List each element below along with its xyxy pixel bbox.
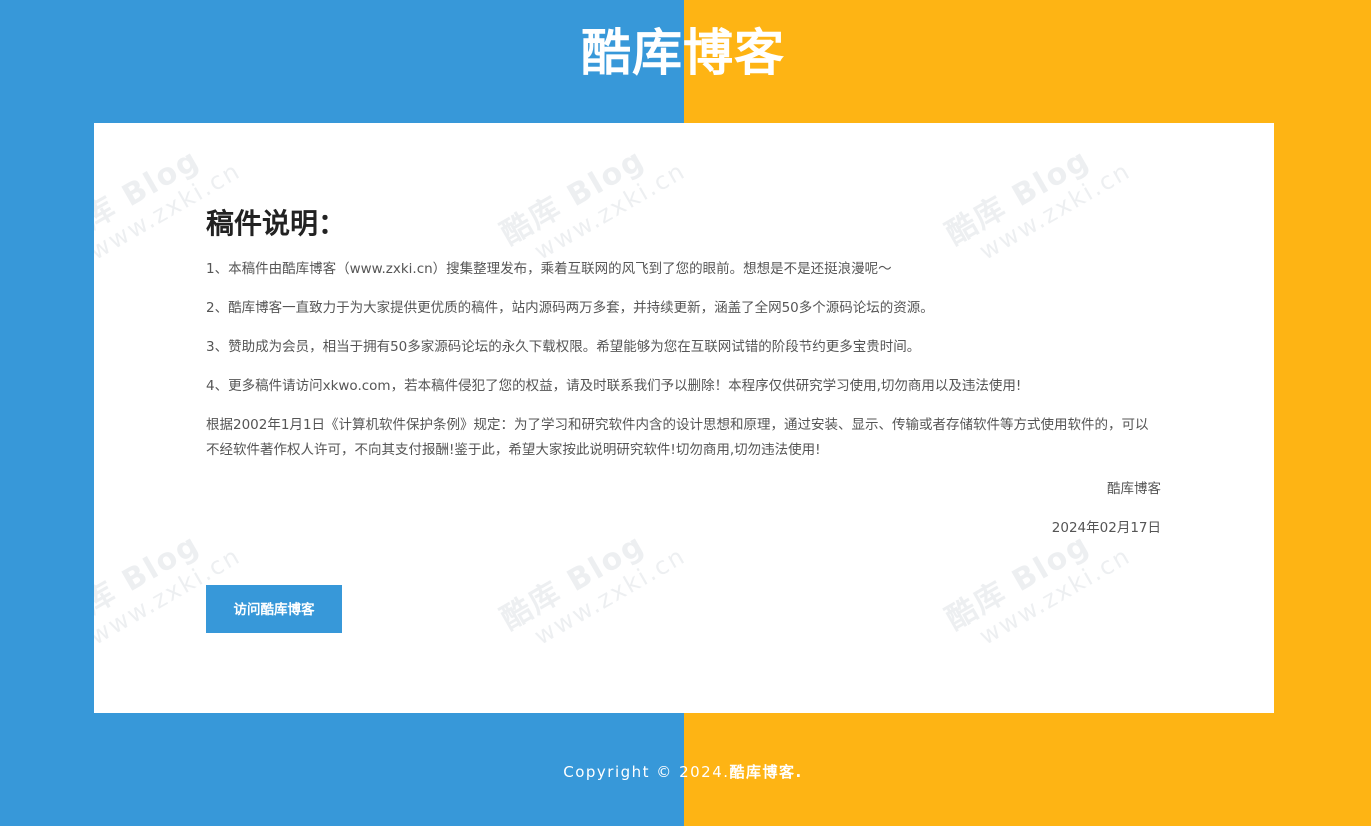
notice-paragraph-2: 2、酷库博客一直致力于为大家提供更优质的稿件，站内源码两万多套，并持续更新，涵盖… (206, 300, 934, 316)
copyright-brand: 酷库博客. (729, 763, 803, 781)
notice-heading: 稿件说明： (206, 207, 347, 240)
watermark-url: www.zxki.cn (529, 541, 691, 651)
visit-blog-button[interactable]: 访问酷库博客 (206, 585, 342, 633)
watermark-url: www.zxki.cn (974, 541, 1136, 651)
notice-legal-paragraph: 根据2002年1月1日《计算机软件保护条例》规定：为了学习和研究软件内含的设计思… (206, 417, 1149, 458)
notice-card: 酷库 Blog www.zxki.cn 酷库 Blog www.zxki.cn … (94, 123, 1274, 713)
notice-date: 2024年02月17日 (1051, 520, 1161, 536)
footer-copyright: Copyright © 2024.酷库博客. (0, 760, 1366, 784)
copyright-text: Copyright © 2024. (563, 763, 730, 781)
notice-paragraph-4: 4、更多稿件请访问xkwo.com，若本稿件侵犯了您的权益，请及时联系我们予以删… (206, 378, 1022, 394)
notice-paragraph-1: 1、本稿件由酷库博客（www.zxki.cn）搜集整理发布，乘着互联网的风飞到了… (206, 261, 892, 277)
notice-signature: 酷库博客 (1107, 481, 1161, 497)
site-title: 酷库博客 (581, 24, 785, 82)
notice-content: 稿件说明： 1、本稿件由酷库博客（www.zxki.cn）搜集整理发布，乘着互联… (206, 205, 1161, 555)
notice-paragraph-3: 3、赞助成为会员，相当于拥有50多家源码论坛的永久下载权限。希望能够为您在互联网… (206, 339, 921, 355)
